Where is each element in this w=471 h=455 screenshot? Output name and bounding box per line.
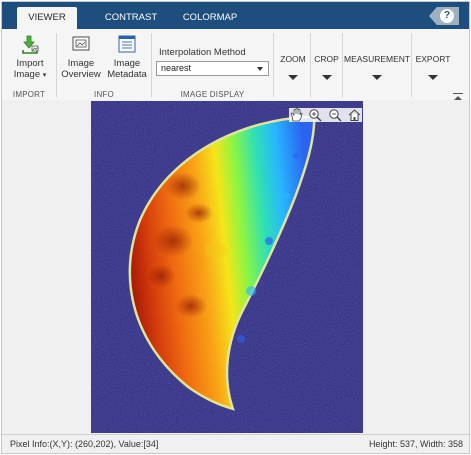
chevron-down-icon — [288, 75, 298, 80]
info-section: Image Overview Image Metadata INFO — [57, 29, 151, 100]
image-metadata-label-1: Image — [113, 58, 141, 69]
image-viewer-area — [2, 100, 469, 434]
import-dropdown-caret-icon: ▾ — [42, 72, 47, 79]
image-overview-button[interactable]: Image Overview — [59, 33, 103, 80]
measurement-button[interactable]: MEASUREMENT — [344, 54, 410, 80]
image-metadata-button[interactable]: Image Metadata — [105, 33, 149, 80]
tab-bar: VIEWER CONTRAST COLORMAP ? — [2, 2, 469, 29]
separator — [411, 33, 412, 97]
chevron-down-icon — [321, 75, 332, 80]
zoom-in-icon[interactable] — [308, 108, 323, 122]
measurement-label: MEASUREMENT — [344, 54, 411, 64]
image-display-section-label: IMAGE DISPLAY — [180, 90, 245, 99]
import-image-label-1: Import — [16, 58, 44, 69]
crop-label: CROP — [314, 54, 339, 64]
home-icon[interactable] — [347, 108, 362, 122]
zoom-label: ZOOM — [280, 54, 306, 64]
image-metadata-icon — [118, 35, 136, 53]
tab-contrast[interactable]: CONTRAST — [98, 7, 164, 29]
chevron-down-icon — [257, 67, 263, 71]
axes-toolbar — [288, 108, 362, 122]
export-button[interactable]: EXPORT — [414, 54, 452, 80]
separator — [342, 33, 343, 97]
pixel-info-text: Pixel Info:(X,Y): (260,202), Value:[34] — [10, 439, 159, 449]
info-section-label: INFO — [94, 90, 114, 99]
help-icon: ? — [440, 9, 454, 23]
zoom-button[interactable]: ZOOM — [276, 54, 310, 80]
status-bar: Pixel Info:(X,Y): (260,202), Value:[34] … — [2, 434, 469, 453]
separator — [273, 33, 274, 97]
crop-button[interactable]: CROP — [312, 54, 341, 80]
interpolation-method-label: Interpolation Method — [159, 47, 246, 58]
help-button[interactable]: ? — [429, 7, 459, 25]
image-size-text: Height: 537, Width: 358 — [368, 439, 463, 449]
separator — [310, 33, 311, 97]
import-image-icon — [22, 35, 39, 54]
moon-image — [91, 101, 363, 433]
collapse-toolstrip-button[interactable] — [453, 88, 463, 100]
import-section-label: IMPORT — [12, 90, 46, 99]
import-image-button[interactable]: Import Image ▾ — [8, 33, 52, 81]
tab-viewer[interactable]: VIEWER — [17, 7, 77, 29]
import-section: Import Image ▾ IMPORT — [2, 29, 56, 100]
interpolation-method-value: nearest — [161, 63, 192, 73]
image-metadata-label-2: Metadata — [107, 69, 147, 80]
export-label: EXPORT — [415, 54, 451, 64]
import-image-label-2: Image — [13, 69, 41, 80]
image-overview-label-1: Image — [67, 58, 95, 69]
image-display[interactable] — [91, 101, 363, 433]
image-viewer-app: VIEWER CONTRAST COLORMAP ? Import Image … — [1, 1, 470, 454]
zoom-out-icon[interactable] — [328, 108, 343, 122]
toolstrip: Import Image ▾ IMPORT Image Overview Ima… — [2, 29, 469, 101]
tab-colormap[interactable]: COLORMAP — [177, 7, 243, 29]
image-overview-label-2: Overview — [61, 69, 101, 80]
pan-hand-icon[interactable] — [289, 108, 304, 122]
image-overview-icon — [72, 36, 90, 51]
chevron-down-icon — [428, 75, 438, 80]
chevron-down-icon — [372, 75, 382, 80]
interpolation-method-dropdown[interactable]: nearest — [156, 61, 269, 76]
